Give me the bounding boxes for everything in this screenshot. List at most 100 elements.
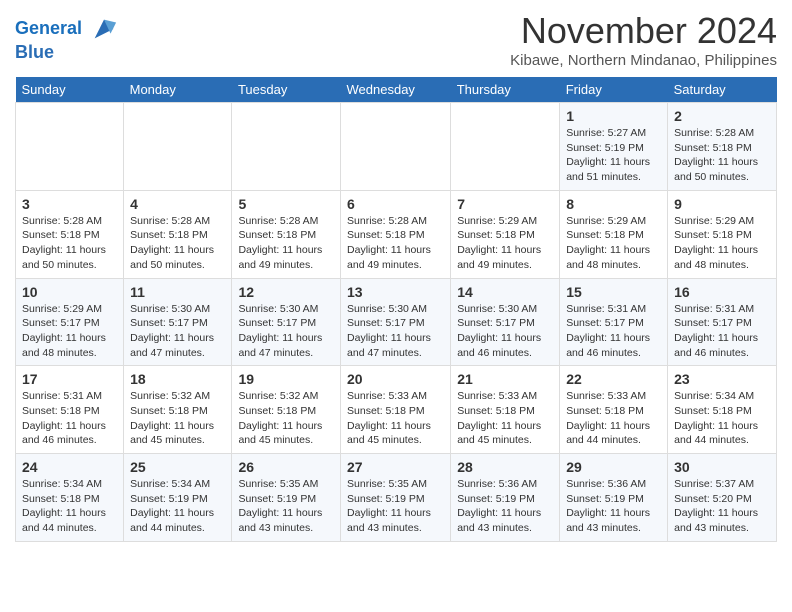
logo-blue: Blue [15,43,118,63]
day-number: 23 [674,371,770,387]
calendar-cell: 19Sunrise: 5:32 AM Sunset: 5:18 PM Dayli… [232,366,341,454]
day-info: Sunrise: 5:28 AM Sunset: 5:18 PM Dayligh… [347,214,444,273]
calendar-cell [232,103,341,191]
calendar-cell: 26 Sunrise: 5:35 AM Sunset: 5:19 PM Dayli… [232,454,341,542]
day-info: Sunrise: 5:37 AM Sunset: 5:20 PM Dayligh… [674,477,770,536]
day-info: Sunrise: 5:29 AM Sunset: 5:18 PM Dayligh… [566,214,661,273]
day-number: 8 [566,196,661,212]
calendar-cell: 13Sunrise: 5:30 AM Sunset: 5:17 PM Dayli… [341,278,451,366]
day-number: 1 [566,108,661,124]
day-info: Sunrise: 5:30 AM Sunset: 5:17 PM Dayligh… [238,302,334,361]
day-number: 24 [22,459,117,475]
calendar-cell [451,103,560,191]
calendar-cell: 14 Sunrise: 5:30 AM Sunset: 5:17 PM Dayli… [451,278,560,366]
calendar-cell [16,103,124,191]
day-number: 3 [22,196,117,212]
logo: General Blue [15,15,118,63]
day-info: Sunrise: 5:30 AM Sunset: 5:17 PM Dayligh… [457,302,553,361]
day-info: Sunrise: 5:28 AM Sunset: 5:18 PM Dayligh… [238,214,334,273]
calendar-week-row: 24 Sunrise: 5:34 AM Sunset: 5:18 PM Dayli… [16,454,777,542]
day-info: Sunrise: 5:29 AM Sunset: 5:18 PM Dayligh… [457,214,553,273]
month-title: November 2024 [510,10,777,52]
calendar-week-row: 10 Sunrise: 5:29 AM Sunset: 5:17 PM Dayli… [16,278,777,366]
calendar-cell: 21 Sunrise: 5:33 AM Sunset: 5:18 PM Dayli… [451,366,560,454]
calendar-week-row: 17 Sunrise: 5:31 AM Sunset: 5:18 PM Dayli… [16,366,777,454]
day-info: Sunrise: 5:31 AM Sunset: 5:17 PM Dayligh… [674,302,770,361]
day-number: 15 [566,284,661,300]
calendar-cell: 6 Sunrise: 5:28 AM Sunset: 5:18 PM Daylig… [341,190,451,278]
day-info: Sunrise: 5:34 AM Sunset: 5:19 PM Dayligh… [130,477,225,536]
day-info: Sunrise: 5:35 AM Sunset: 5:19 PM Dayligh… [238,477,334,536]
weekday-header-monday: Monday [124,77,232,103]
calendar-cell: 17 Sunrise: 5:31 AM Sunset: 5:18 PM Dayli… [16,366,124,454]
calendar-cell: 12 Sunrise: 5:30 AM Sunset: 5:17 PM Dayli… [232,278,341,366]
calendar-cell: 24 Sunrise: 5:34 AM Sunset: 5:18 PM Dayli… [16,454,124,542]
calendar-table: SundayMondayTuesdayWednesdayThursdayFrid… [15,77,777,542]
day-info: Sunrise: 5:27 AM Sunset: 5:19 PM Dayligh… [566,126,661,185]
calendar-cell: 8 Sunrise: 5:29 AM Sunset: 5:18 PM Daylig… [560,190,668,278]
calendar-cell [124,103,232,191]
day-info: Sunrise: 5:28 AM Sunset: 5:18 PM Dayligh… [674,126,770,185]
weekday-header-wednesday: Wednesday [341,77,451,103]
day-number: 6 [347,196,444,212]
calendar-cell: 10 Sunrise: 5:29 AM Sunset: 5:17 PM Dayli… [16,278,124,366]
day-number: 11 [130,284,225,300]
day-number: 30 [674,459,770,475]
day-info: Sunrise: 5:33 AM Sunset: 5:18 PM Dayligh… [457,389,553,448]
weekday-header-row: SundayMondayTuesdayWednesdayThursdayFrid… [16,77,777,103]
calendar-cell: 7 Sunrise: 5:29 AM Sunset: 5:18 PM Daylig… [451,190,560,278]
day-number: 29 [566,459,661,475]
calendar-cell: 25 Sunrise: 5:34 AM Sunset: 5:19 PM Dayli… [124,454,232,542]
day-number: 21 [457,371,553,387]
calendar-cell: 16 Sunrise: 5:31 AM Sunset: 5:17 PM Dayli… [668,278,777,366]
day-info: Sunrise: 5:34 AM Sunset: 5:18 PM Dayligh… [674,389,770,448]
day-info: Sunrise: 5:33 AM Sunset: 5:18 PM Dayligh… [566,389,661,448]
location: Kibawe, Northern Mindanao, Philippines [510,52,777,69]
day-number: 26 [238,459,334,475]
day-number: 25 [130,459,225,475]
calendar-cell: 9Sunrise: 5:29 AM Sunset: 5:18 PM Daylig… [668,190,777,278]
day-info: Sunrise: 5:30 AM Sunset: 5:17 PM Dayligh… [347,302,444,361]
weekday-header-thursday: Thursday [451,77,560,103]
weekday-header-saturday: Saturday [668,77,777,103]
day-info: Sunrise: 5:29 AM Sunset: 5:17 PM Dayligh… [22,302,117,361]
calendar-cell: 20 Sunrise: 5:33 AM Sunset: 5:18 PM Dayli… [341,366,451,454]
day-info: Sunrise: 5:31 AM Sunset: 5:17 PM Dayligh… [566,302,661,361]
day-info: Sunrise: 5:28 AM Sunset: 5:18 PM Dayligh… [22,214,117,273]
day-number: 18 [130,371,225,387]
day-info: Sunrise: 5:36 AM Sunset: 5:19 PM Dayligh… [566,477,661,536]
title-block: November 2024 Kibawe, Northern Mindanao,… [510,10,777,69]
day-number: 28 [457,459,553,475]
day-number: 19 [238,371,334,387]
day-number: 4 [130,196,225,212]
day-info: Sunrise: 5:36 AM Sunset: 5:19 PM Dayligh… [457,477,553,536]
day-info: Sunrise: 5:31 AM Sunset: 5:18 PM Dayligh… [22,389,117,448]
calendar-cell: 11Sunrise: 5:30 AM Sunset: 5:17 PM Dayli… [124,278,232,366]
weekday-header-friday: Friday [560,77,668,103]
day-number: 7 [457,196,553,212]
day-info: Sunrise: 5:32 AM Sunset: 5:18 PM Dayligh… [130,389,225,448]
page-header: General Blue November 2024 Kibawe, North… [15,10,777,69]
calendar-cell: 1 Sunrise: 5:27 AM Sunset: 5:19 PM Daylig… [560,103,668,191]
day-number: 16 [674,284,770,300]
calendar-cell: 28 Sunrise: 5:36 AM Sunset: 5:19 PM Dayli… [451,454,560,542]
logo-text: General [15,15,118,43]
calendar-cell: 18 Sunrise: 5:32 AM Sunset: 5:18 PM Dayli… [124,366,232,454]
day-number: 20 [347,371,444,387]
calendar-cell [341,103,451,191]
calendar-cell: 30 Sunrise: 5:37 AM Sunset: 5:20 PM Dayli… [668,454,777,542]
calendar-cell: 4Sunrise: 5:28 AM Sunset: 5:18 PM Daylig… [124,190,232,278]
calendar-cell: 29 Sunrise: 5:36 AM Sunset: 5:19 PM Dayli… [560,454,668,542]
calendar-cell: 3 Sunrise: 5:28 AM Sunset: 5:18 PM Daylig… [16,190,124,278]
calendar-cell: 22Sunrise: 5:33 AM Sunset: 5:18 PM Dayli… [560,366,668,454]
day-number: 14 [457,284,553,300]
day-number: 12 [238,284,334,300]
day-number: 9 [674,196,770,212]
day-number: 10 [22,284,117,300]
day-number: 17 [22,371,117,387]
day-info: Sunrise: 5:33 AM Sunset: 5:18 PM Dayligh… [347,389,444,448]
day-info: Sunrise: 5:35 AM Sunset: 5:19 PM Dayligh… [347,477,444,536]
day-info: Sunrise: 5:34 AM Sunset: 5:18 PM Dayligh… [22,477,117,536]
day-number: 27 [347,459,444,475]
calendar-cell: 2Sunrise: 5:28 AM Sunset: 5:18 PM Daylig… [668,103,777,191]
